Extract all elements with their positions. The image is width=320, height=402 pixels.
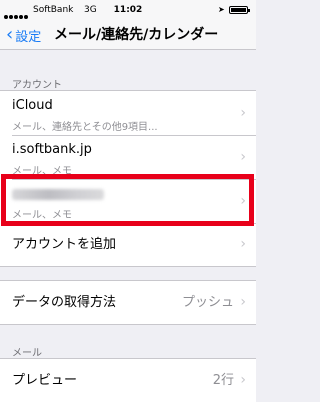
add-account-row[interactable]: アカウントを追加 ›: [0, 223, 256, 266]
back-button[interactable]: ‹ 設定: [6, 20, 41, 50]
blurred-account-name: [12, 189, 104, 200]
location-arrow-icon: ➤: [218, 5, 225, 14]
account-title: i.softbank.jp: [12, 142, 92, 157]
chevron-right-icon: ›: [240, 236, 246, 252]
fetch-new-data-row[interactable]: データの取得方法 プッシュ ›: [0, 281, 256, 324]
chevron-right-icon: ›: [240, 149, 246, 165]
fetch-group: データの取得方法 プッシュ ›: [0, 280, 256, 325]
account-row-softbank[interactable]: i.softbank.jp メール、メモ ›: [0, 135, 256, 179]
chevron-right-icon: ›: [240, 294, 246, 310]
account-subtitle: メール、メモ: [12, 166, 72, 177]
chevron-left-icon: ‹: [6, 24, 14, 45]
account-subtitle: メール、連絡先とその他9項目...: [12, 122, 158, 133]
back-button-label: 設定: [15, 29, 42, 45]
carrier-name: SoftBank: [33, 5, 74, 15]
network-type: 3G: [84, 5, 97, 15]
preview-value: 2行: [212, 373, 234, 388]
fetch-value: プッシュ: [181, 295, 234, 310]
page-title: メール/連絡先/カレンダー: [54, 27, 219, 43]
account-row-blurred[interactable]: メール、メモ ›: [0, 179, 256, 223]
preview-row[interactable]: プレビュー 2行 ›: [0, 359, 256, 402]
fetch-label: データの取得方法: [12, 295, 117, 310]
account-row-icloud[interactable]: iCloud メール、連絡先とその他9項目... ›: [0, 91, 256, 135]
preview-label: プレビュー: [12, 373, 78, 388]
add-account-label: アカウントを追加: [12, 237, 117, 252]
mail-section-header: メール: [12, 348, 42, 359]
status-time: 11:02: [113, 5, 143, 15]
account-title: iCloud: [12, 98, 53, 113]
chevron-right-icon: ›: [240, 193, 246, 209]
chevron-right-icon: ›: [240, 105, 246, 121]
account-subtitle: メール、メモ: [12, 210, 72, 221]
accounts-group: iCloud メール、連絡先とその他9項目... › i.softbank.jp…: [0, 90, 256, 267]
chevron-right-icon: ›: [240, 372, 246, 388]
navigation-bar: ‹ 設定 メール/連絡先/カレンダー: [0, 20, 256, 50]
accounts-section-header: アカウント: [12, 80, 62, 91]
battery-icon: [229, 6, 250, 14]
mail-group: プレビュー 2行 ›: [0, 358, 256, 402]
status-bar: SoftBank 3G 11:02 ➤: [0, 0, 256, 20]
